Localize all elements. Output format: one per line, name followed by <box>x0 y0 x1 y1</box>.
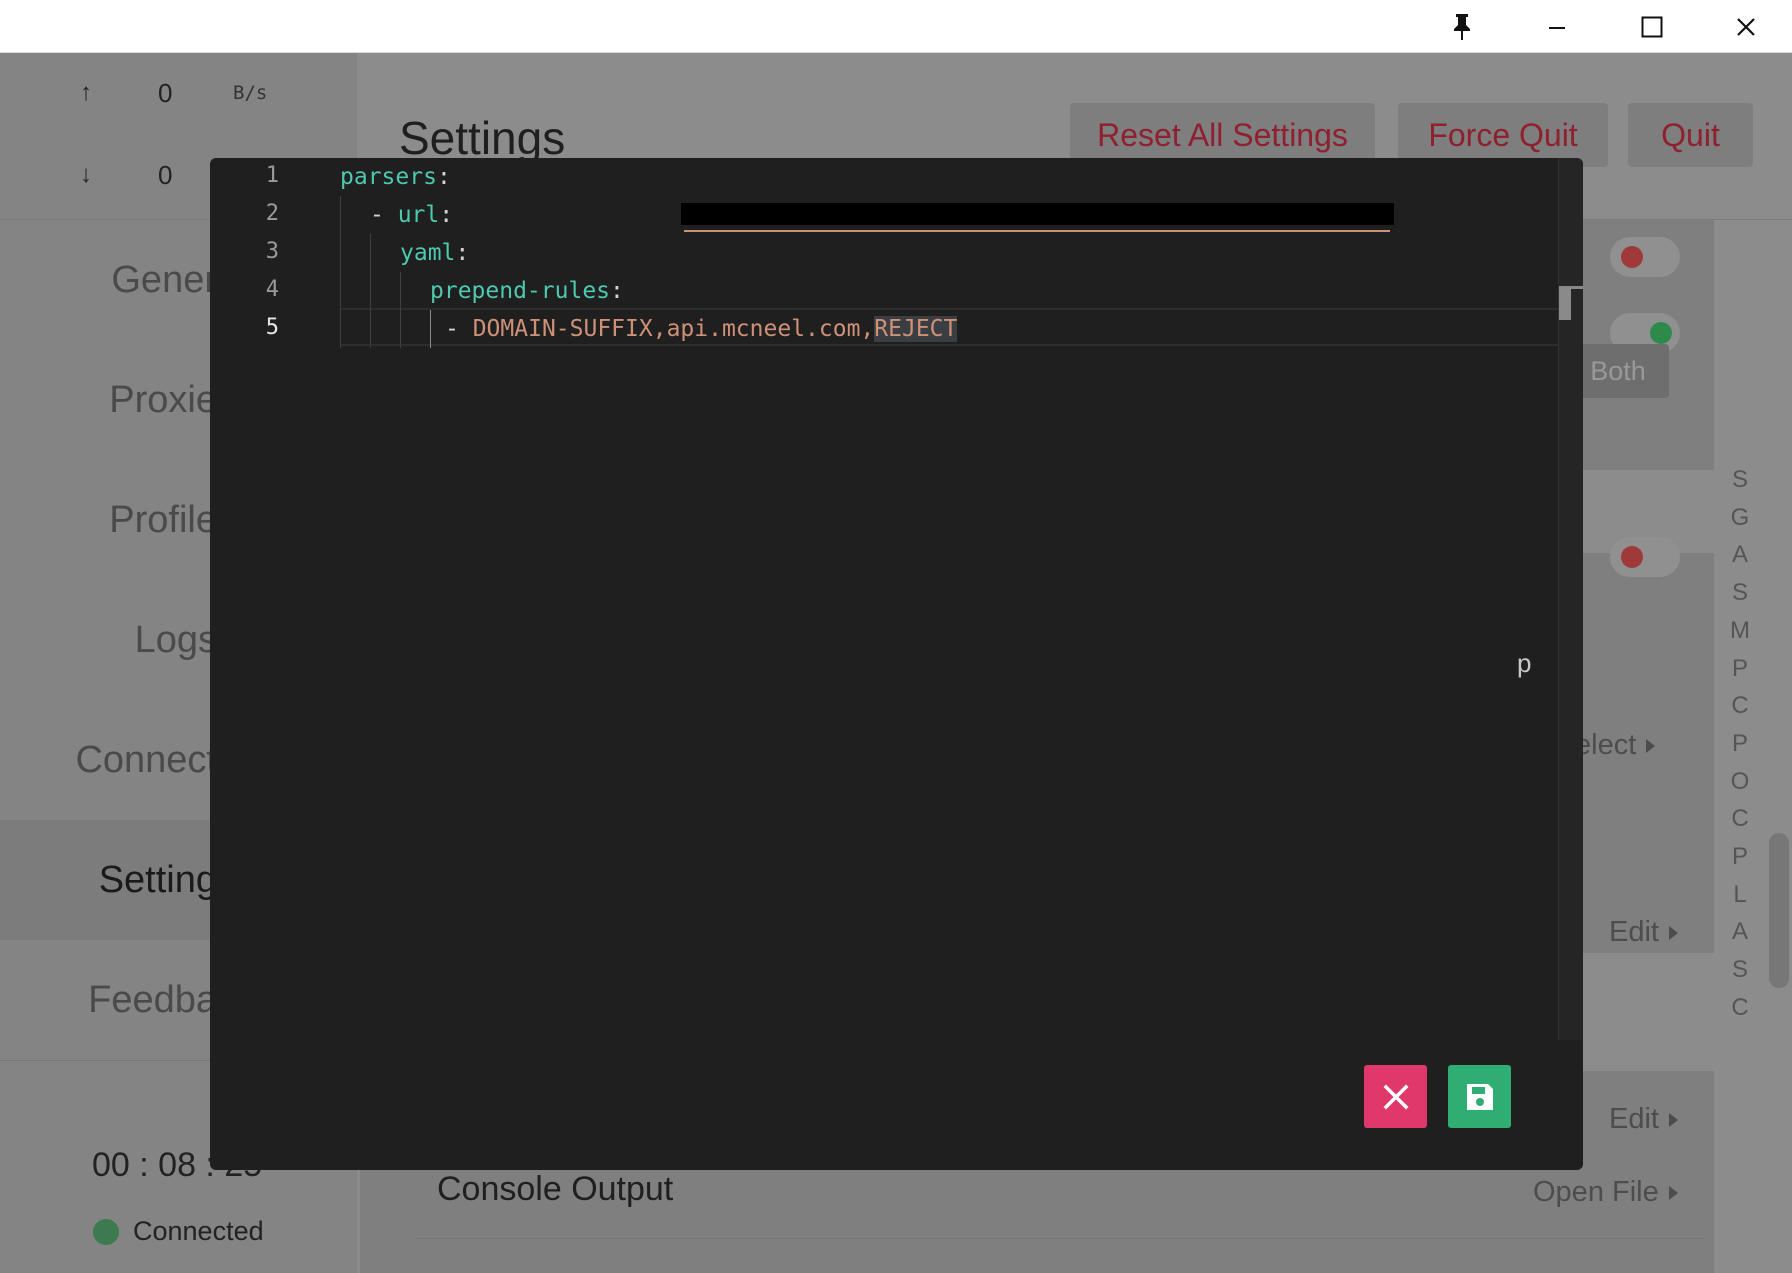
index-letter[interactable]: S <box>1725 461 1755 499</box>
cancel-button[interactable] <box>1364 1065 1427 1128</box>
index-letter[interactable]: A <box>1725 536 1755 574</box>
chevron-right-icon <box>1646 738 1656 753</box>
row-divider <box>415 1238 1705 1239</box>
chevron-right-icon <box>1668 1112 1678 1127</box>
index-letter[interactable]: C <box>1725 989 1755 1027</box>
upload-value: 0 <box>158 77 173 108</box>
yaml-dash: - <box>445 316 473 342</box>
chevron-right-icon <box>1668 1185 1678 1200</box>
download-arrow-icon: ↓ <box>80 161 92 188</box>
status-dot-icon <box>93 1218 119 1245</box>
code-line-1[interactable]: parsers: <box>340 158 451 196</box>
open-file-label: Open File <box>1533 1176 1659 1208</box>
index-letter[interactable]: P <box>1725 838 1755 876</box>
index-letter[interactable]: S <box>1725 574 1755 612</box>
save-button[interactable] <box>1448 1065 1511 1128</box>
chevron-right-icon <box>1668 925 1678 940</box>
code-line-5[interactable]: - DOMAIN-SUFFIX,api.mcneel.com, REJECT <box>340 310 958 348</box>
edit-link-2[interactable]: Edit <box>1609 1103 1678 1136</box>
select-link-label: elect <box>1575 729 1637 761</box>
index-letter[interactable]: P <box>1725 650 1755 688</box>
maximize-icon[interactable] <box>1617 0 1687 53</box>
redacted-url <box>681 203 1394 225</box>
yaml-dash: - <box>370 202 398 228</box>
line-number: 4 <box>265 277 279 302</box>
index-letter[interactable]: O <box>1725 763 1755 801</box>
index-letter[interactable]: C <box>1725 800 1755 838</box>
connection-status: Connected <box>93 1216 264 1247</box>
download-value: 0 <box>158 159 173 190</box>
yaml-key: prepend-rules <box>430 278 611 304</box>
yaml-key: url <box>397 202 440 228</box>
page-title: Settings <box>399 112 566 164</box>
select-link[interactable]: elect <box>1575 729 1656 762</box>
yaml-colon: : <box>610 278 624 304</box>
edit-link-label: Edit <box>1609 1103 1659 1135</box>
index-letter[interactable]: P <box>1725 725 1755 763</box>
minimize-icon[interactable] <box>1522 0 1592 53</box>
upload-row: ↑ 0 B/s <box>80 78 267 108</box>
upload-arrow-icon: ↑ <box>80 79 92 106</box>
yaml-colon: : <box>436 164 451 190</box>
toggle-off-1[interactable] <box>1610 237 1680 277</box>
code-line-4[interactable]: prepend-rules: <box>340 272 624 310</box>
download-row: ↓ 0 <box>80 160 172 190</box>
save-icon <box>1466 1083 1493 1110</box>
yaml-colon: : <box>455 240 470 266</box>
index-letter[interactable]: L <box>1725 876 1755 914</box>
yaml-key: yaml <box>400 240 456 266</box>
editor-scrollbar-thumb[interactable] <box>1559 288 1571 320</box>
close-icon <box>1383 1084 1408 1109</box>
upload-unit: B/s <box>233 82 268 104</box>
code-line-3[interactable]: yaml: <box>340 234 469 272</box>
edit-link-label: Edit <box>1609 916 1659 948</box>
line-number-current: 5 <box>265 315 279 340</box>
console-output-label: Console Output <box>437 1170 674 1208</box>
index-letter[interactable]: S <box>1725 951 1755 989</box>
index-letter[interactable]: C <box>1725 687 1755 725</box>
title-bar <box>0 0 1792 53</box>
pin-icon[interactable] <box>1427 0 1497 53</box>
line-number: 1 <box>265 163 279 188</box>
stray-text: p <box>1517 648 1532 678</box>
index-letter[interactable]: A <box>1725 913 1755 951</box>
alphabet-index: S G A S M P C P O C P L A S C <box>1725 461 1755 1027</box>
line-number: 3 <box>265 239 279 264</box>
close-icon[interactable] <box>1711 0 1781 53</box>
yaml-key: parsers <box>340 164 437 190</box>
selected-text: REJECT <box>874 316 958 342</box>
yaml-colon: : <box>439 202 454 228</box>
url-underline <box>684 230 1390 232</box>
quit-button[interactable]: Quit <box>1628 103 1753 167</box>
index-letter[interactable]: M <box>1725 612 1755 650</box>
edit-link-1[interactable]: Edit <box>1609 916 1678 949</box>
open-file-link[interactable]: Open File <box>1533 1176 1678 1209</box>
line-number-gutter: 1 2 3 4 5 <box>210 158 310 1170</box>
status-label: Connected <box>133 1216 264 1246</box>
toggle-off-2[interactable] <box>1610 537 1680 577</box>
code-line-2[interactable]: - url: <box>340 196 453 234</box>
line-number: 2 <box>265 201 279 226</box>
yaml-editor-modal: 1 2 3 4 5 parsers: - url: yaml: prepend-… <box>210 158 1583 1170</box>
index-letter[interactable]: G <box>1725 499 1755 537</box>
yaml-string: DOMAIN-SUFFIX,api.mcneel.com, <box>472 316 875 342</box>
page-scrollbar[interactable] <box>1769 833 1789 988</box>
